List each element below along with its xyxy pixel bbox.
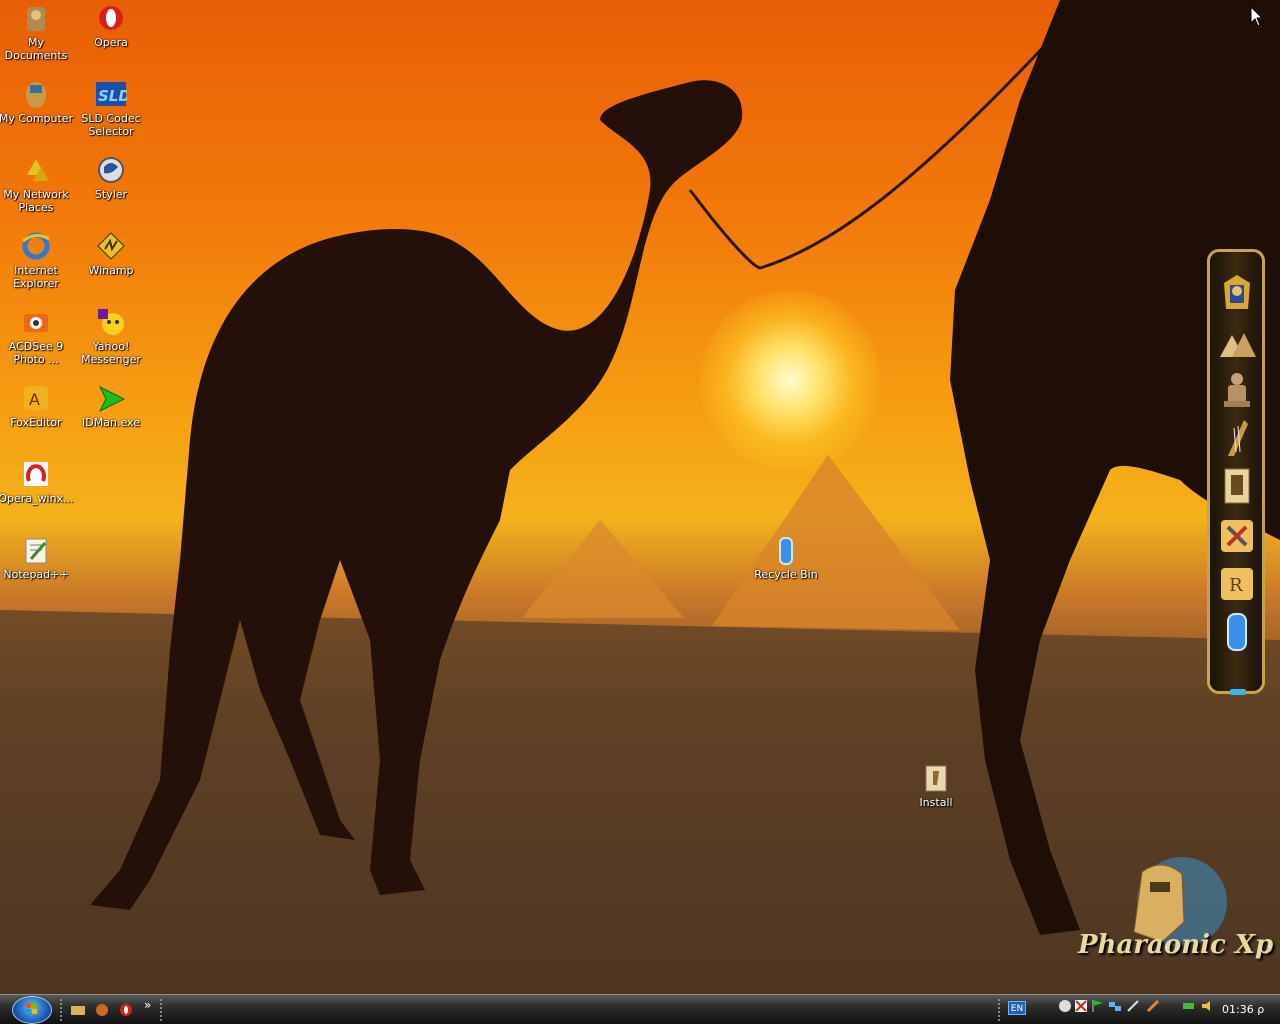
messenger-tray-icon[interactable] bbox=[1058, 999, 1072, 1013]
desktop-icon-install[interactable]: Install bbox=[898, 762, 974, 809]
volume-tray-icon[interactable] bbox=[1200, 999, 1214, 1013]
desktop-icon-recycle-bin[interactable]: Recycle Bin bbox=[748, 534, 824, 581]
scroll-icon[interactable]: R bbox=[1218, 564, 1256, 604]
icon-label: Internet Explorer bbox=[13, 264, 59, 290]
winamp-icon bbox=[95, 230, 127, 262]
mouse-pointer-icon bbox=[1250, 6, 1264, 27]
desktop-icon-idman[interactable]: IDMan.exe bbox=[73, 382, 149, 429]
antivirus-tray-icon[interactable] bbox=[1074, 999, 1088, 1013]
browser-quicklaunch-icon[interactable] bbox=[94, 1002, 110, 1018]
opera-installer-icon bbox=[20, 458, 52, 490]
taskbar: » EN 01:36 ρ bbox=[0, 994, 1280, 1024]
clock[interactable]: 01:36 ρ bbox=[1222, 1003, 1264, 1016]
desktop-icon-acdsee[interactable]: ACDSee 9 Photo ... bbox=[0, 306, 74, 366]
desktop-icon-my-network-places[interactable]: My Network Places bbox=[0, 154, 74, 214]
show-desktop-icon[interactable] bbox=[70, 1002, 86, 1018]
svg-text:SLD: SLD bbox=[98, 87, 127, 105]
icon-label: Notepad++ bbox=[3, 568, 69, 581]
network-tray-icon[interactable] bbox=[1108, 999, 1122, 1013]
idman-icon bbox=[95, 382, 127, 414]
desktop-icon-sld-codec[interactable]: SLD SLD Codec Selector bbox=[73, 78, 149, 138]
wallpaper-scene bbox=[0, 0, 1280, 994]
logo-text: Pharaonic Xp bbox=[1078, 930, 1274, 960]
foxeditor-icon: A bbox=[20, 382, 52, 414]
icon-label: My Computer bbox=[0, 112, 74, 125]
styler-icon bbox=[95, 154, 127, 186]
icon-label: Install bbox=[919, 796, 953, 809]
icon-label: Opera bbox=[94, 36, 128, 49]
icon-label: ACDSee 9 Photo ... bbox=[8, 340, 64, 366]
scribe-statue-icon[interactable] bbox=[1218, 370, 1256, 410]
tray-grip[interactable] bbox=[998, 999, 1003, 1021]
my-computer-icon bbox=[20, 78, 52, 110]
internet-explorer-icon bbox=[20, 230, 52, 262]
icon-label: Styler bbox=[94, 188, 128, 201]
tools-tray-icon[interactable] bbox=[1126, 999, 1140, 1013]
icon-label: Winamp bbox=[88, 264, 134, 277]
windows-logo-icon bbox=[26, 1003, 37, 1014]
icon-label: My Network Places bbox=[3, 188, 69, 214]
icon-label: SLD Codec Selector bbox=[81, 112, 141, 138]
opera-quicklaunch-icon[interactable] bbox=[118, 1002, 134, 1018]
install-icon bbox=[920, 762, 952, 794]
toolbar-grip[interactable] bbox=[160, 999, 165, 1021]
desktop-background: My Documents My Computer My Network Plac… bbox=[0, 0, 1280, 994]
svg-text:R: R bbox=[1229, 575, 1243, 596]
desktop-icon-foxeditor[interactable]: A FoxEditor bbox=[0, 382, 74, 429]
desktop-icon-opera-installer[interactable]: Opera_winx... bbox=[0, 458, 74, 505]
toolbar-grip[interactable] bbox=[60, 999, 65, 1021]
svg-text:A: A bbox=[29, 390, 40, 409]
desktop-icon-opera[interactable]: Opera bbox=[73, 2, 149, 49]
battery-tray-icon[interactable] bbox=[1182, 999, 1196, 1013]
desktop-icon-notepadpp[interactable]: Notepad++ bbox=[0, 534, 74, 581]
icon-label: Yahoo! Messenger bbox=[81, 340, 141, 366]
my-documents-icon bbox=[20, 2, 52, 34]
recycle-bin-icon[interactable] bbox=[1218, 612, 1256, 652]
icon-label: Recycle Bin bbox=[754, 568, 818, 581]
small-pyramid bbox=[522, 520, 684, 618]
pharaoh-mask-icon[interactable] bbox=[1218, 272, 1256, 312]
desktop-icon-winamp[interactable]: Winamp bbox=[73, 230, 149, 277]
opera-icon bbox=[95, 2, 127, 34]
desktop-icon-my-documents[interactable]: My Documents bbox=[0, 2, 74, 62]
pyramids-icon[interactable] bbox=[1218, 324, 1256, 364]
icon-label: IDMan.exe bbox=[82, 416, 140, 429]
start-button[interactable] bbox=[12, 996, 52, 1024]
icon-label: Opera_winx... bbox=[0, 492, 74, 505]
desktop-icon-my-computer[interactable]: My Computer bbox=[0, 78, 74, 125]
icon-label: My Documents bbox=[4, 36, 68, 62]
icon-label: FoxEditor bbox=[10, 416, 62, 429]
desktop-icon-yahoo-messenger[interactable]: Yahoo! Messenger bbox=[73, 306, 149, 366]
sld-codec-icon: SLD bbox=[95, 78, 127, 110]
pharaonic-xp-logo bbox=[1133, 857, 1227, 947]
quicklaunch-more-button[interactable]: » bbox=[144, 998, 151, 1012]
tools-icon[interactable] bbox=[1218, 516, 1256, 556]
flag-tray-icon[interactable] bbox=[1090, 999, 1104, 1013]
harp-icon[interactable] bbox=[1218, 418, 1256, 458]
recycle-bin-icon bbox=[770, 534, 802, 566]
network-places-icon bbox=[20, 154, 52, 186]
side-dock[interactable]: R bbox=[1207, 249, 1265, 695]
notepadpp-icon bbox=[20, 534, 52, 566]
dock-scroll-indicator[interactable] bbox=[1230, 689, 1246, 695]
papyrus-icon[interactable] bbox=[1218, 466, 1256, 506]
desktop-icon-styler[interactable]: Styler bbox=[73, 154, 149, 201]
acdsee-icon bbox=[20, 306, 52, 338]
yahoo-messenger-icon bbox=[95, 306, 127, 338]
language-indicator[interactable]: EN bbox=[1008, 1001, 1026, 1015]
pen-tray-icon[interactable] bbox=[1146, 999, 1160, 1013]
desktop-icon-internet-explorer[interactable]: Internet Explorer bbox=[0, 230, 74, 290]
